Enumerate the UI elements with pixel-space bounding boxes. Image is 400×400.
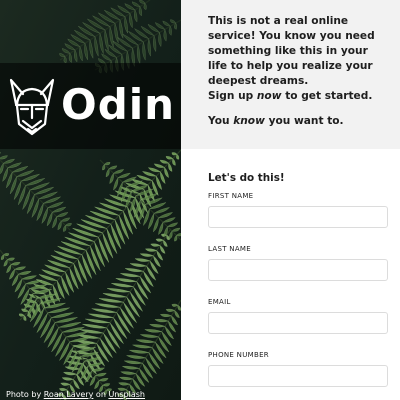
phone-number-label: PHONE NUMBER xyxy=(208,351,269,359)
email-label: EMAIL xyxy=(208,298,231,306)
first-name-label: FIRST NAME xyxy=(208,192,254,200)
intro-pitch: This is not a real online service! You k… xyxy=(208,14,390,104)
last-name-field[interactable] xyxy=(208,259,388,281)
form-title: Let's do this! xyxy=(208,172,285,184)
phone-number-field[interactable] xyxy=(208,365,388,387)
tagline-before: You xyxy=(208,115,234,127)
intro-tagline: You know you want to. xyxy=(208,114,390,129)
signup-form: Let's do this! FIRST NAME LAST NAME EMAI… xyxy=(208,172,390,400)
phone-number-group: PHONE NUMBER xyxy=(208,350,390,400)
brand-logo-text: Odin xyxy=(61,80,176,129)
photo-credit-prefix: Photo by xyxy=(6,390,44,399)
tagline-emphasis: know xyxy=(233,115,265,127)
email-field[interactable] xyxy=(208,312,388,334)
intro-cta-after: to get started. xyxy=(281,90,373,102)
fern-photo xyxy=(0,0,181,400)
signup-panel: This is not a real online service! You k… xyxy=(181,0,400,400)
photo-credit: Photo by Roan Lavery on Unsplash xyxy=(6,390,145,399)
intro-pitch-text: This is not a real online service! You k… xyxy=(208,15,375,87)
email-group: EMAIL xyxy=(208,297,390,350)
photo-source-link[interactable]: Unsplash xyxy=(108,390,145,399)
brand-bar: Odin xyxy=(0,63,181,149)
photo-credit-middle: on xyxy=(93,390,109,399)
intro-cta-before: Sign up xyxy=(208,90,257,102)
last-name-group: LAST NAME xyxy=(208,244,390,297)
viking-helmet-icon xyxy=(9,78,55,136)
hero-photo-panel: Odin Photo by Roan Lavery on Unsplash xyxy=(0,0,181,400)
first-name-group: FIRST NAME xyxy=(208,191,390,244)
first-name-field[interactable] xyxy=(208,206,388,228)
photo-author-link[interactable]: Roan Lavery xyxy=(44,390,94,399)
tagline-after: you want to. xyxy=(264,115,344,127)
intro-cta-emphasis: now xyxy=(256,90,282,102)
intro-section: This is not a real online service! You k… xyxy=(181,0,400,149)
last-name-label: LAST NAME xyxy=(208,245,251,253)
